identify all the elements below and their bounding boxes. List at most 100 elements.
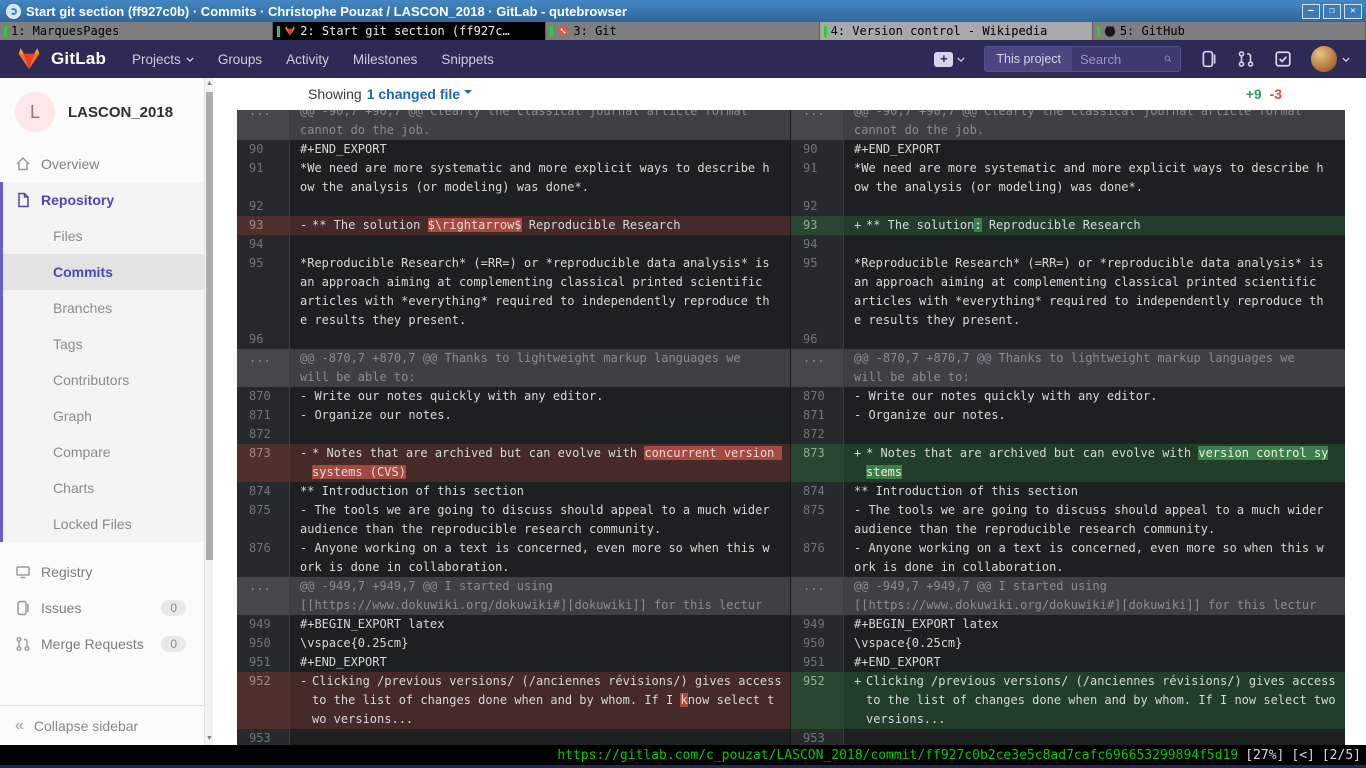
code-line-old: - Organize our notes. bbox=[290, 406, 791, 425]
search-input[interactable] bbox=[1080, 52, 1158, 67]
line-number-new[interactable]: 91 bbox=[791, 159, 844, 197]
deleted-line: -* Notes that are archived but can evolv… bbox=[290, 444, 791, 482]
line-number-old[interactable]: 93 bbox=[237, 216, 290, 235]
line-number-new[interactable]: 953 bbox=[791, 729, 844, 745]
line-number-old[interactable]: 95 bbox=[237, 254, 290, 330]
code-line-new bbox=[844, 197, 1345, 216]
line-number-old[interactable]: 870 bbox=[237, 387, 290, 406]
browser-statusbar: https://gitlab.com/c_pouzat/LASCON_2018/… bbox=[0, 745, 1366, 765]
line-number-old[interactable]: 953 bbox=[237, 729, 290, 745]
code-line-new: #+BEGIN_EXPORT latex bbox=[844, 615, 1345, 634]
code-text: #+END_EXPORT bbox=[854, 653, 941, 672]
showing-label: Showing bbox=[308, 86, 362, 102]
history-indicator: [<] bbox=[1291, 748, 1314, 763]
nav-projects[interactable]: Projects bbox=[132, 52, 194, 67]
line-number-old[interactable]: 874 bbox=[237, 482, 290, 501]
tab-4[interactable]: 4: Version control - Wikipedia bbox=[820, 22, 1093, 40]
sidebar-item-issues[interactable]: Issues 0 bbox=[0, 590, 204, 626]
line-number-new[interactable]: 873 bbox=[791, 444, 844, 482]
line-number-new[interactable]: 951 bbox=[791, 653, 844, 672]
line-number-old[interactable]: 873 bbox=[237, 444, 290, 482]
line-number-new[interactable]: 874 bbox=[791, 482, 844, 501]
scroll-up-arrow[interactable]: ▲ bbox=[205, 78, 214, 90]
minimize-button[interactable]: – bbox=[1302, 4, 1320, 19]
line-number-new[interactable]: 94 bbox=[791, 235, 844, 254]
code-line-old: #+END_EXPORT bbox=[290, 140, 791, 159]
line-number-old[interactable]: 949 bbox=[237, 615, 290, 634]
line-number-old[interactable]: 92 bbox=[237, 197, 290, 216]
line-number-new[interactable]: 92 bbox=[791, 197, 844, 216]
diff-sign: - bbox=[300, 216, 312, 235]
line-number-old[interactable]: 952 bbox=[237, 672, 290, 729]
sidebar-item-commits[interactable]: Commits bbox=[3, 254, 204, 290]
todos-icon[interactable] bbox=[1274, 50, 1292, 68]
new-menu-button[interactable]: + bbox=[934, 52, 965, 67]
tab-3[interactable]: 3: Git bbox=[546, 22, 819, 40]
collapse-sidebar-button[interactable]: « Collapse sidebar bbox=[0, 705, 204, 745]
issues-dashboard-icon[interactable] bbox=[1200, 50, 1218, 68]
tab-2-active[interactable]: 2: Start git section (ff927c… bbox=[273, 22, 546, 40]
line-number-new[interactable]: 93 bbox=[791, 216, 844, 235]
line-number-new[interactable]: 876 bbox=[791, 539, 844, 577]
line-number-old[interactable]: 950 bbox=[237, 634, 290, 653]
line-number-new[interactable]: 90 bbox=[791, 140, 844, 159]
user-menu[interactable] bbox=[1311, 46, 1350, 72]
code-line-old bbox=[290, 197, 791, 216]
nav-milestones[interactable]: Milestones bbox=[353, 52, 418, 67]
changed-files-dropdown[interactable]: 1 changed file bbox=[367, 86, 460, 102]
line-number-old[interactable]: 90 bbox=[237, 140, 290, 159]
line-number-old[interactable]: 875 bbox=[237, 501, 290, 539]
line-number-new[interactable]: 872 bbox=[791, 425, 844, 444]
line-number-new[interactable]: 950 bbox=[791, 634, 844, 653]
sidebar-item-locked-files[interactable]: Locked Files bbox=[3, 506, 204, 542]
line-number-new[interactable]: 875 bbox=[791, 501, 844, 539]
nav-groups[interactable]: Groups bbox=[218, 52, 262, 67]
hunk-header-old: @@ -949,7 +949,7 @@ I started using [[ht… bbox=[290, 577, 791, 615]
sidebar-item-contributors[interactable]: Contributors bbox=[3, 362, 204, 398]
line-number-old[interactable]: 951 bbox=[237, 653, 290, 672]
tab-bar: 1: MarquesPages 2: Start git section (ff… bbox=[0, 22, 1366, 40]
line-number-new[interactable]: 95 bbox=[791, 254, 844, 330]
sidebar-item-compare[interactable]: Compare bbox=[3, 434, 204, 470]
scroll-percent: [27%] bbox=[1245, 748, 1284, 763]
line-number-new[interactable]: 949 bbox=[791, 615, 844, 634]
nav-activity[interactable]: Activity bbox=[286, 52, 329, 67]
line-number-new[interactable]: 870 bbox=[791, 387, 844, 406]
line-number-old[interactable]: 94 bbox=[237, 235, 290, 254]
sidebar-item-merge-requests[interactable]: Merge Requests 0 bbox=[0, 626, 204, 662]
sidebar-item-graph[interactable]: Graph bbox=[3, 398, 204, 434]
project-avatar: L bbox=[15, 92, 55, 132]
sidebar-item-tags[interactable]: Tags bbox=[3, 326, 204, 362]
tab-1[interactable]: 1: MarquesPages bbox=[0, 22, 273, 40]
sidebar-item-overview[interactable]: Overview bbox=[0, 146, 204, 182]
project-header[interactable]: L LASCON_2018 bbox=[0, 78, 204, 146]
line-number-old[interactable]: 91 bbox=[237, 159, 290, 197]
code-line-old bbox=[290, 235, 791, 254]
sidebar-item-repository[interactable]: Repository bbox=[3, 182, 204, 218]
close-button[interactable]: ✕ bbox=[1344, 4, 1362, 19]
line-number-new[interactable]: 871 bbox=[791, 406, 844, 425]
line-number-old[interactable]: 876 bbox=[237, 539, 290, 577]
diff-row: 873-* Notes that are archived but can ev… bbox=[237, 444, 1345, 482]
scrollbar-thumb[interactable] bbox=[206, 92, 213, 560]
sidebar-item-files[interactable]: Files bbox=[3, 218, 204, 254]
line-number-new[interactable]: 952 bbox=[791, 672, 844, 729]
sidebar-item-registry[interactable]: Registry bbox=[0, 554, 204, 590]
line-number-old[interactable]: 872 bbox=[237, 425, 290, 444]
hunk-header-old: @@ -90,7 +90,7 @@ Clearly the classical … bbox=[290, 110, 791, 140]
merge-requests-icon[interactable] bbox=[1237, 50, 1255, 68]
sidebar-scrollbar[interactable]: ▲ ▼ bbox=[204, 78, 213, 745]
code-text: - The tools we are going to discuss shou… bbox=[300, 501, 770, 539]
line-number-old[interactable]: 96 bbox=[237, 330, 290, 349]
sidebar-item-branches[interactable]: Branches bbox=[3, 290, 204, 326]
nav-snippets[interactable]: Snippets bbox=[441, 52, 494, 67]
line-number-old[interactable]: 871 bbox=[237, 406, 290, 425]
gitlab-brand[interactable]: GitLab bbox=[16, 47, 106, 71]
scroll-down-arrow[interactable]: ▼ bbox=[205, 733, 214, 745]
diff-row: 872 872 bbox=[237, 425, 1345, 444]
maximize-button[interactable]: ❐ bbox=[1323, 4, 1341, 19]
tab-5[interactable]: 5: GitHub bbox=[1093, 22, 1366, 40]
code-line-new bbox=[844, 330, 1345, 349]
line-number-new[interactable]: 96 bbox=[791, 330, 844, 349]
sidebar-item-charts[interactable]: Charts bbox=[3, 470, 204, 506]
